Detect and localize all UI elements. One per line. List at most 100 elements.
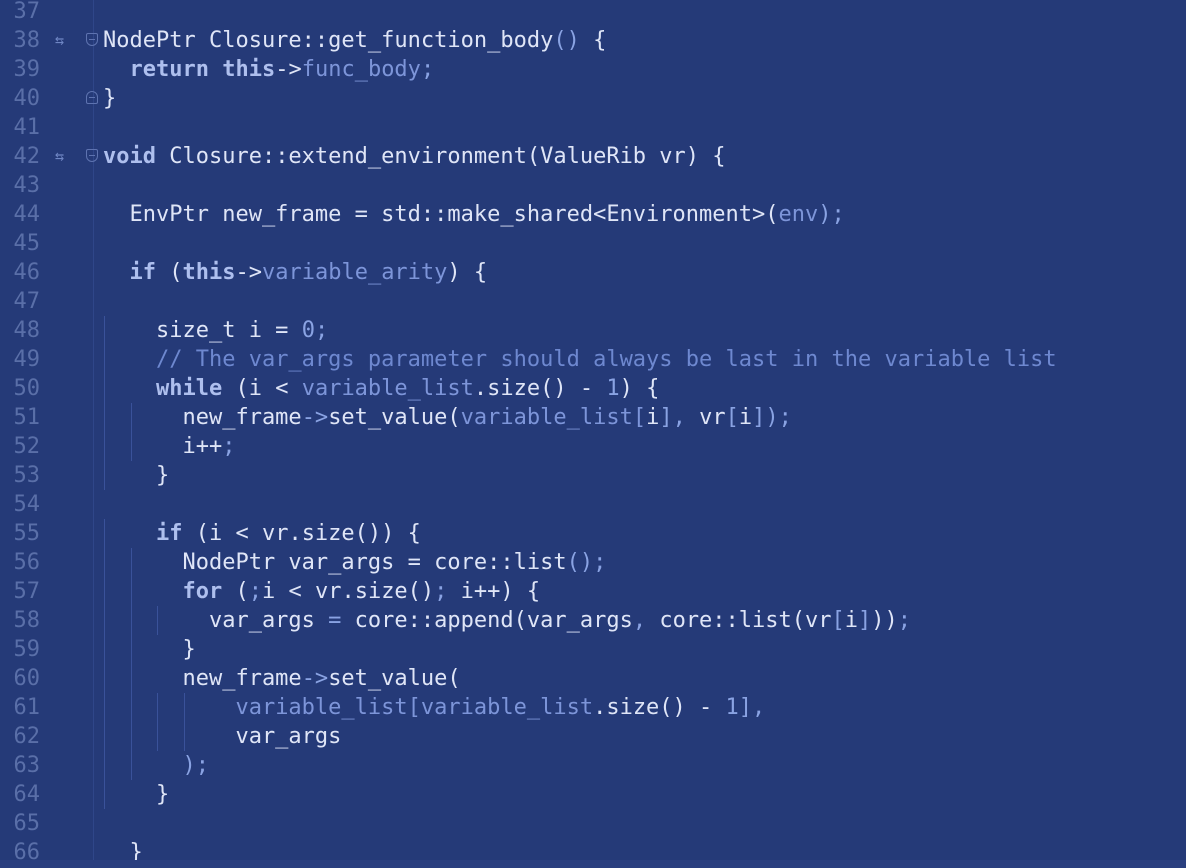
line-number[interactable]: 45: [0, 229, 41, 258]
code-line[interactable]: 55 if (i < vr.size()) {: [0, 519, 1186, 548]
line-number[interactable]: 42: [0, 142, 41, 171]
code-editor[interactable]: 37 38 ⇆ NodePtr Closure::get_function_body(…: [0, 0, 1186, 868]
line-number[interactable]: 61: [0, 693, 41, 722]
code-line[interactable]: 64 }: [0, 780, 1186, 809]
line-number[interactable]: 59: [0, 635, 41, 664]
code-text[interactable]: new_frame->set_value(variable_list[i], v…: [103, 403, 791, 432]
code-line[interactable]: 39 return this->func_body;: [0, 55, 1186, 84]
line-number[interactable]: 62: [0, 722, 41, 751]
code-line[interactable]: 40}: [0, 84, 1186, 113]
code-text[interactable]: new_frame->set_value(: [103, 664, 460, 693]
code-text[interactable]: if (i < vr.size()) {: [103, 519, 421, 548]
code-text[interactable]: variable_list[variable_list.size() - 1],: [103, 693, 765, 722]
code-line[interactable]: 63 );: [0, 751, 1186, 780]
line-number[interactable]: 55: [0, 519, 41, 548]
code-token: [: [725, 405, 739, 430]
line-number[interactable]: 46: [0, 258, 41, 287]
code-line[interactable]: 42 ⇆ void Closure::extend_environment(Valu…: [0, 142, 1186, 171]
line-number[interactable]: 56: [0, 548, 41, 577]
code-text[interactable]: }: [103, 461, 169, 490]
line-number[interactable]: 60: [0, 664, 41, 693]
code-line[interactable]: 50 while (i < variable_list.size() - 1) …: [0, 374, 1186, 403]
code-text[interactable]: i++;: [103, 432, 235, 461]
code-token: ;: [248, 579, 262, 604]
code-line[interactable]: 58 var_args = core::append(var_args, cor…: [0, 606, 1186, 635]
code-line[interactable]: 48 size_t i = 0;: [0, 316, 1186, 345]
code-text[interactable]: if (this->variable_arity) {: [103, 258, 488, 287]
code-token: NodePtr var_args = core::list: [103, 550, 567, 575]
code-text[interactable]: // The var_args parameter should always …: [103, 345, 1057, 374]
code-text[interactable]: }: [103, 635, 195, 664]
code-token: ],: [659, 405, 700, 430]
code-line[interactable]: 54: [0, 490, 1186, 519]
code-line[interactable]: 37: [0, 0, 1186, 26]
line-number[interactable]: 38: [0, 26, 41, 55]
code-token: i < vr.size(): [261, 579, 435, 604]
code-text[interactable]: while (i < variable_list.size() - 1) {: [103, 374, 659, 403]
code-text[interactable]: }: [103, 780, 169, 809]
code-line[interactable]: 56 NodePtr var_args = core::list();: [0, 548, 1186, 577]
code-text[interactable]: void Closure::extend_environment(ValueRi…: [103, 142, 726, 171]
line-number[interactable]: 57: [0, 577, 41, 606]
code-line[interactable]: 47: [0, 287, 1186, 316]
line-number[interactable]: 39: [0, 55, 41, 84]
override-marker-icon[interactable]: ⇆: [55, 142, 64, 171]
code-text[interactable]: NodePtr var_args = core::list();: [103, 548, 606, 577]
line-number[interactable]: 49: [0, 345, 41, 374]
line-number[interactable]: 64: [0, 780, 41, 809]
code-line[interactable]: 51 new_frame->set_value(variable_list[i]…: [0, 403, 1186, 432]
fold-end-icon[interactable]: [86, 91, 98, 104]
fold-toggle-icon[interactable]: [86, 149, 98, 162]
code-line[interactable]: 44 EnvPtr new_frame = std::make_shared<E…: [0, 200, 1186, 229]
code-token: while: [155, 376, 223, 401]
line-number[interactable]: 47: [0, 287, 41, 316]
code-text[interactable]: EnvPtr new_frame = std::make_shared<Envi…: [103, 200, 845, 229]
line-number[interactable]: 53: [0, 461, 41, 490]
line-number[interactable]: 48: [0, 316, 41, 345]
code-line[interactable]: 46 if (this->variable_arity) {: [0, 258, 1186, 287]
line-number[interactable]: 43: [0, 171, 41, 200]
line-number[interactable]: 50: [0, 374, 41, 403]
code-text[interactable]: );: [103, 751, 209, 780]
code-token: [: [831, 608, 845, 633]
code-text[interactable]: }: [103, 84, 116, 113]
code-line[interactable]: 52 i++;: [0, 432, 1186, 461]
code-line[interactable]: 38 ⇆ NodePtr Closure::get_function_body() …: [0, 26, 1186, 55]
override-marker-icon[interactable]: ⇆: [55, 26, 64, 55]
code-line[interactable]: 62 var_args: [0, 722, 1186, 751]
line-number[interactable]: 63: [0, 751, 41, 780]
line-number[interactable]: 51: [0, 403, 41, 432]
code-line[interactable]: 41: [0, 113, 1186, 142]
line-number[interactable]: 52: [0, 432, 41, 461]
code-line[interactable]: 45: [0, 229, 1186, 258]
code-line[interactable]: 43: [0, 171, 1186, 200]
code-text[interactable]: var_args: [103, 722, 341, 751]
code-line[interactable]: 53 }: [0, 461, 1186, 490]
code-text[interactable]: size_t i = 0;: [103, 316, 328, 345]
code-line[interactable]: 60 new_frame->set_value(: [0, 664, 1186, 693]
line-number[interactable]: 41: [0, 113, 41, 142]
code-line[interactable]: 61 variable_list[variable_list.size() - …: [0, 693, 1186, 722]
code-text[interactable]: return this->func_body;: [103, 55, 435, 84]
line-number[interactable]: 65: [0, 809, 41, 838]
code-text[interactable]: var_args = core::append(var_args, core::…: [103, 606, 911, 635]
code-token: ;: [434, 579, 448, 604]
code-line[interactable]: 65: [0, 809, 1186, 838]
horizontal-scrollbar[interactable]: [0, 860, 1186, 868]
code-text[interactable]: NodePtr Closure::get_function_body() {: [103, 26, 606, 55]
fold-toggle-icon[interactable]: [86, 33, 98, 46]
line-number[interactable]: 58: [0, 606, 41, 635]
line-number[interactable]: 54: [0, 490, 41, 519]
code-line[interactable]: 57 for (;i < vr.size(); i++) {: [0, 577, 1186, 606]
line-number[interactable]: 40: [0, 84, 41, 113]
line-number[interactable]: 37: [0, 0, 41, 26]
code-line[interactable]: 49 // The var_args parameter should alwa…: [0, 345, 1186, 374]
code-line[interactable]: 59 }: [0, 635, 1186, 664]
line-number[interactable]: 44: [0, 200, 41, 229]
code-area[interactable]: 37 38 ⇆ NodePtr Closure::get_function_body(…: [0, 0, 1186, 867]
code-text[interactable]: for (;i < vr.size(); i++) {: [103, 577, 540, 606]
code-token: );: [818, 202, 845, 227]
